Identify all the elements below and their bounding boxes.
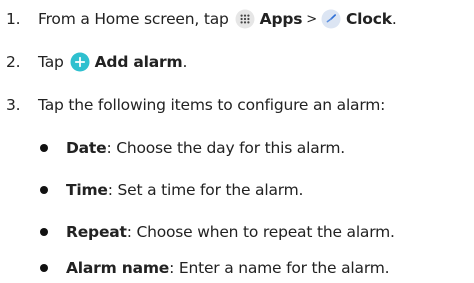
option-term: Date <box>66 139 107 157</box>
clock-icon <box>321 9 341 29</box>
add-plus-icon <box>70 52 90 72</box>
bullet-dot <box>40 144 48 152</box>
bullet-dot <box>40 186 48 194</box>
list-item: Alarm name : Enter a name for the alarm. <box>40 256 390 280</box>
add-alarm-label: Add alarm <box>94 53 183 71</box>
option-description: : Choose when to repeat the alarm. <box>126 223 395 241</box>
list-item: Time : Set a time for the alarm. <box>40 178 303 202</box>
step-end: . <box>182 53 188 71</box>
list-item: Repeat : Choose when to repeat the alarm… <box>40 220 395 244</box>
step-text: From a Home screen, tap <box>38 10 229 28</box>
option-description: : Choose the day for this alarm. <box>106 139 346 157</box>
clock-label: Clock <box>345 10 392 28</box>
step-end: . <box>391 10 397 28</box>
option-term: Alarm name <box>66 259 170 277</box>
option-term: Repeat <box>66 223 127 241</box>
step-2: 2. Tap Add alarm . <box>0 50 187 74</box>
bullet-dot <box>40 228 48 236</box>
list-item: Date : Choose the day for this alarm. <box>40 136 345 160</box>
step-3: 3. Tap the following items to configure … <box>0 93 385 117</box>
option-description: : Enter a name for the alarm. <box>169 259 390 277</box>
step-1: 1. From a Home screen, tap Apps > Clock … <box>0 7 397 31</box>
step-text: Tap the following items to configure an … <box>38 96 386 114</box>
step-number: 1. <box>6 10 21 28</box>
step-text: Tap <box>38 53 64 71</box>
apps-grid-icon <box>235 9 255 29</box>
apps-label: Apps <box>259 10 303 28</box>
bullet-dot <box>40 264 48 272</box>
option-term: Time <box>66 181 108 199</box>
option-description: : Set a time for the alarm. <box>107 181 304 199</box>
step-number: 3. <box>6 96 21 114</box>
path-separator: > <box>306 11 317 27</box>
step-number: 2. <box>6 53 21 71</box>
